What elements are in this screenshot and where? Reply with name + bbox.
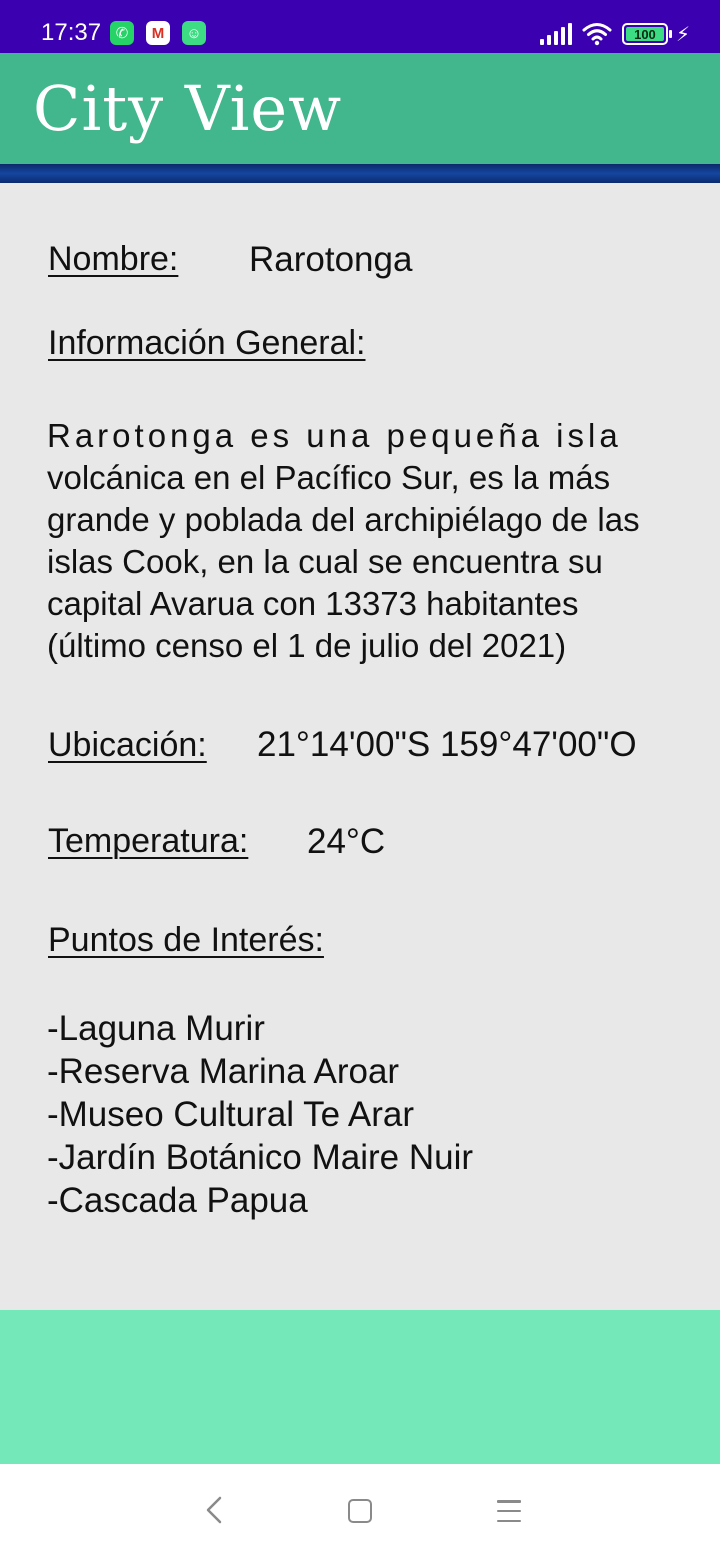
charging-bolt-icon: ⚡ (675, 23, 690, 46)
battery-icon: 100 (621, 23, 672, 45)
system-nav-bar (0, 1464, 720, 1560)
app-bar: City View (0, 53, 720, 164)
name-value: Rarotonga (249, 240, 413, 279)
gmail-icon: M (146, 21, 170, 45)
status-time: 17:37 (41, 19, 102, 46)
temperature-value: 24°C (307, 822, 386, 861)
general-info-label: Información General: (48, 324, 366, 362)
location-label: Ubicación: (48, 726, 207, 764)
status-indicators: 100 ⚡ (539, 20, 690, 48)
home-icon[interactable] (348, 1499, 372, 1523)
battery-level: 100 (634, 26, 656, 42)
signal-icon (539, 23, 572, 45)
list-item: -Jardín Botánico Maire Nuir (47, 1138, 473, 1177)
points-of-interest-label: Puntos de Interés: (48, 921, 324, 959)
app-title: City View (33, 72, 343, 145)
city-description: Rarotonga es una pequeña isla volcánica … (47, 415, 647, 667)
footer-band (0, 1310, 720, 1464)
name-label: Nombre: (48, 240, 179, 278)
city-detail-content: Nombre: Rarotonga Información General: R… (0, 183, 720, 1310)
list-item: -Laguna Murir (47, 1009, 265, 1048)
description-first-line: Rarotonga es una pequeña isla (47, 417, 622, 454)
menu-icon[interactable] (497, 1500, 521, 1522)
temperature-label: Temperatura: (48, 822, 249, 860)
whatsapp-icon: ✆ (110, 21, 134, 45)
list-item: -Cascada Papua (47, 1181, 308, 1220)
points-of-interest-list: -Laguna Murir -Reserva Marina Aroar -Mus… (47, 1007, 473, 1222)
list-item: -Museo Cultural Te Arar (47, 1095, 415, 1134)
android-icon: ☺ (182, 21, 206, 45)
list-item: -Reserva Marina Aroar (47, 1052, 400, 1091)
status-bar: 17:37 ✆ M ☺ 100 ⚡ (0, 0, 720, 53)
header-image-strip (0, 164, 720, 183)
wifi-icon (582, 23, 612, 46)
location-value: 21°14'00"S 159°47'00"O (257, 725, 637, 764)
description-rest: volcánica en el Pacífico Sur, es la más … (47, 459, 640, 664)
back-icon[interactable] (202, 1495, 226, 1525)
